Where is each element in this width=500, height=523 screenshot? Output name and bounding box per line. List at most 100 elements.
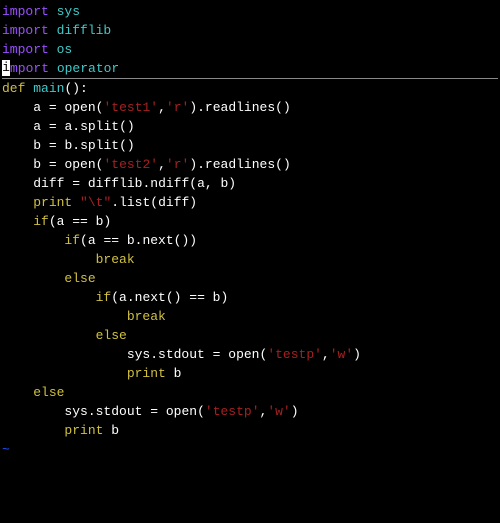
comma: , bbox=[322, 347, 330, 362]
paren: () bbox=[166, 290, 189, 305]
keyword-else: else bbox=[96, 328, 127, 343]
indent bbox=[2, 157, 33, 172]
parens: ()) bbox=[174, 233, 197, 248]
identifier: diff bbox=[33, 176, 72, 191]
code-line: a = open('test1','r').readlines() bbox=[2, 98, 498, 117]
method-name: readlines bbox=[205, 157, 275, 172]
code-line: print b bbox=[2, 421, 498, 440]
space bbox=[158, 404, 166, 419]
keyword-import: import bbox=[2, 23, 49, 38]
keyword-break: break bbox=[127, 309, 166, 324]
string-literal: 'w' bbox=[330, 347, 353, 362]
paren: (a. bbox=[111, 290, 134, 305]
operator: == bbox=[189, 290, 205, 305]
indent bbox=[2, 290, 96, 305]
code-line: print b bbox=[2, 364, 498, 383]
keyword-else: else bbox=[33, 385, 64, 400]
code-line: sys.stdout = open('testp','w') bbox=[2, 402, 498, 421]
code-line: print "\t".list(diff) bbox=[2, 193, 498, 212]
code-line: else bbox=[2, 383, 498, 402]
indent bbox=[2, 328, 96, 343]
code-line: import os bbox=[2, 40, 498, 59]
object-ref: a. bbox=[64, 119, 80, 134]
parens: () bbox=[275, 100, 291, 115]
method-name: list bbox=[119, 195, 150, 210]
indent bbox=[2, 385, 33, 400]
indent bbox=[2, 138, 33, 153]
function-name: main bbox=[33, 81, 64, 96]
text-cursor: i bbox=[2, 60, 10, 76]
indent bbox=[2, 252, 96, 267]
parens: (): bbox=[64, 81, 87, 96]
paren: (a bbox=[49, 214, 72, 229]
operator: = bbox=[49, 100, 57, 115]
keyword-print: print bbox=[33, 195, 72, 210]
code-line: b = open('test2','r').readlines() bbox=[2, 155, 498, 174]
parens: () bbox=[119, 138, 135, 153]
space bbox=[72, 195, 80, 210]
code-line: if(a.next() == b) bbox=[2, 288, 498, 307]
string-literal: 'testp' bbox=[205, 404, 260, 419]
keyword-print: print bbox=[127, 366, 166, 381]
object-ref: difflib. bbox=[88, 176, 150, 191]
object-ref: b. bbox=[64, 138, 80, 153]
parens: (diff) bbox=[150, 195, 197, 210]
module-name: sys bbox=[57, 4, 80, 19]
indent bbox=[2, 271, 64, 286]
operator: = bbox=[49, 138, 57, 153]
code-editor[interactable]: import sys import difflib import os impo… bbox=[2, 2, 498, 459]
keyword-import: mport bbox=[10, 61, 49, 76]
string-literal: 'r' bbox=[166, 100, 189, 115]
operator: == bbox=[103, 233, 119, 248]
code-line: sys.stdout = open('testp','w') bbox=[2, 345, 498, 364]
tilde-icon: ~ bbox=[2, 442, 10, 457]
paren: ) bbox=[291, 404, 299, 419]
paren: (a bbox=[80, 233, 103, 248]
keyword-import: import bbox=[2, 42, 49, 57]
indent bbox=[2, 233, 64, 248]
paren: ). bbox=[189, 100, 205, 115]
parens: () bbox=[119, 119, 135, 134]
paren: ) bbox=[353, 347, 361, 362]
code-line: else bbox=[2, 326, 498, 345]
code-line: b = b.split() bbox=[2, 136, 498, 155]
code-line: break bbox=[2, 307, 498, 326]
space bbox=[80, 176, 88, 191]
operator: = bbox=[150, 404, 158, 419]
method-name: readlines bbox=[205, 100, 275, 115]
keyword-def: def bbox=[2, 81, 25, 96]
keyword-if: if bbox=[64, 233, 80, 248]
indent bbox=[2, 404, 64, 419]
code-line: import difflib bbox=[2, 21, 498, 40]
indent bbox=[2, 195, 33, 210]
string-literal: 'test1' bbox=[103, 100, 158, 115]
method-name: next bbox=[142, 233, 173, 248]
code-line: if(a == b.next()) bbox=[2, 231, 498, 250]
builtin-open: open bbox=[228, 347, 259, 362]
module-name: operator bbox=[57, 61, 119, 76]
keyword-else: else bbox=[64, 271, 95, 286]
indent bbox=[2, 366, 127, 381]
indent bbox=[2, 176, 33, 191]
indent bbox=[2, 309, 127, 324]
method-name: next bbox=[135, 290, 166, 305]
paren: ( bbox=[197, 404, 205, 419]
indent bbox=[2, 347, 127, 362]
string-literal: 'test2' bbox=[103, 157, 158, 172]
method-name: ndiff bbox=[150, 176, 189, 191]
code-line: def main(): bbox=[2, 79, 498, 98]
code-line: break bbox=[2, 250, 498, 269]
string-literal: 'testp' bbox=[267, 347, 322, 362]
module-name: difflib bbox=[57, 23, 112, 38]
space bbox=[166, 366, 174, 381]
keyword-if: if bbox=[96, 290, 112, 305]
identifier: b bbox=[174, 366, 182, 381]
code-line: if(a == b) bbox=[2, 212, 498, 231]
module-name: os bbox=[57, 42, 73, 57]
keyword-break: break bbox=[96, 252, 135, 267]
identifier: a bbox=[33, 100, 49, 115]
comma: , bbox=[158, 100, 166, 115]
comma: , bbox=[158, 157, 166, 172]
keyword-print: print bbox=[64, 423, 103, 438]
identifier: b bbox=[111, 423, 119, 438]
